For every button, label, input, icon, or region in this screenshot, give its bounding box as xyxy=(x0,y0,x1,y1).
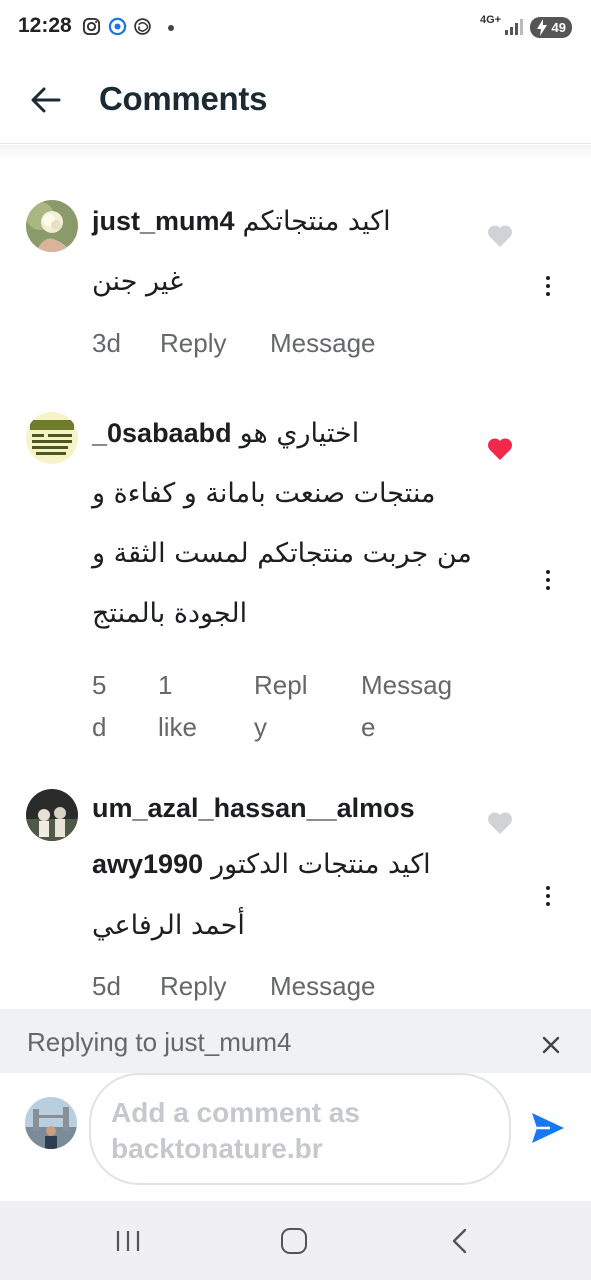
header-divider xyxy=(0,145,591,159)
comment-time: 5 d xyxy=(92,670,107,742)
avatar-image xyxy=(26,412,78,464)
network-type: 4G+ xyxy=(480,14,502,26)
battery-icon: 49 xyxy=(530,17,572,38)
message-button[interactable]: Message xyxy=(270,328,376,359)
comment-text: um_azal_hassan__almos awy1990 اكيد منتجات… xyxy=(92,780,472,959)
current-user-avatar xyxy=(25,1097,77,1149)
instagram-icon xyxy=(82,17,101,36)
more-options-icon[interactable] xyxy=(535,273,561,299)
comment-time: 5d xyxy=(92,971,121,1001)
system-nav-bar xyxy=(0,1201,591,1280)
status-bar: 12:28 4G+ 49 xyxy=(0,0,591,56)
comment-meta: 3d Reply Message xyxy=(92,328,472,359)
comment-text: just_mum4 اكيد منتجاتكم غير جنن xyxy=(92,191,472,312)
bolt-icon xyxy=(537,19,547,36)
replying-to-bar: Replying to just_mum4 xyxy=(0,1009,591,1073)
comment-meta: 5d Reply Message xyxy=(92,971,472,1002)
comment-input[interactable]: Add a comment as backtonature.br xyxy=(89,1073,511,1185)
page-title: Comments xyxy=(99,80,268,117)
signal-icon xyxy=(505,19,523,35)
comment-username-continued[interactable]: awy1990 xyxy=(92,849,203,879)
home-icon[interactable] xyxy=(281,1228,307,1254)
message-button[interactable]: Messag e xyxy=(361,664,452,748)
messenger-icon xyxy=(108,17,127,36)
comment-line: أحمد الرفاعي xyxy=(92,910,245,941)
comment-line: اكيد منتجات الدكتور xyxy=(211,849,431,880)
heart-icon[interactable] xyxy=(487,811,513,835)
replying-to-label: Replying to just_mum4 xyxy=(27,1027,292,1057)
more-options-icon[interactable] xyxy=(535,567,561,593)
status-time: 12:28 xyxy=(18,14,72,37)
reply-button[interactable]: Repl y xyxy=(254,664,361,748)
comment-line: غير جنن xyxy=(92,266,184,297)
comment-line: الجودة بالمنتج xyxy=(92,598,248,629)
avatar-image xyxy=(26,200,78,252)
comment-line: اختياري هو xyxy=(239,418,360,449)
header: Comments xyxy=(0,56,591,144)
comment-username[interactable]: um_azal_hassan__almos xyxy=(92,780,464,836)
notification-dot-icon xyxy=(168,25,174,31)
comment-username[interactable]: just_mum4 xyxy=(92,206,235,236)
comment-line: اكيد منتجاتكم xyxy=(242,206,391,237)
avatar[interactable] xyxy=(26,789,78,841)
threads-icon xyxy=(134,18,151,35)
back-nav-icon[interactable] xyxy=(449,1228,469,1254)
comment-line: من جربت منتجاتكم لمست الثقة و xyxy=(92,538,472,569)
reply-button[interactable]: Reply xyxy=(160,328,270,359)
recents-icon[interactable] xyxy=(115,1228,141,1254)
avatar[interactable] xyxy=(26,412,78,464)
arrow-left-icon xyxy=(31,87,61,113)
heart-filled-icon[interactable] xyxy=(487,437,513,461)
comment-body: just_mum4 اكيد منتجاتكم غير جنن 3d Reply … xyxy=(92,200,472,359)
comment-body: _0sabaabd اختياري هو منتجات صنعت بامانة و… xyxy=(92,412,472,748)
message-button[interactable]: Message xyxy=(270,971,376,1002)
more-options-icon[interactable] xyxy=(535,883,561,909)
likes-count[interactable]: 1 like xyxy=(158,664,254,748)
comment-time: 3d xyxy=(92,328,121,358)
comment-text: _0sabaabd اختياري هو منتجات صنعت بامانة و… xyxy=(92,403,472,644)
comment-line: منتجات صنعت بامانة و كفاءة و xyxy=(92,478,436,509)
comment-composer: Add a comment as backtonature.br xyxy=(0,1073,591,1201)
comment-body: um_azal_hassan__almos awy1990 اكيد منتجات… xyxy=(92,789,472,1002)
back-button[interactable] xyxy=(28,82,64,118)
close-icon[interactable] xyxy=(541,1035,561,1055)
battery-level: 49 xyxy=(551,20,566,35)
comment-meta: 5 d 1 like Repl y Messag e xyxy=(92,664,472,748)
avatar[interactable] xyxy=(26,200,78,252)
avatar-image xyxy=(26,789,78,841)
send-icon[interactable] xyxy=(530,1111,566,1145)
comment-username[interactable]: _0sabaabd xyxy=(92,418,232,448)
avatar-image xyxy=(25,1097,77,1149)
reply-button[interactable]: Reply xyxy=(160,971,270,1002)
heart-icon[interactable] xyxy=(487,224,513,248)
